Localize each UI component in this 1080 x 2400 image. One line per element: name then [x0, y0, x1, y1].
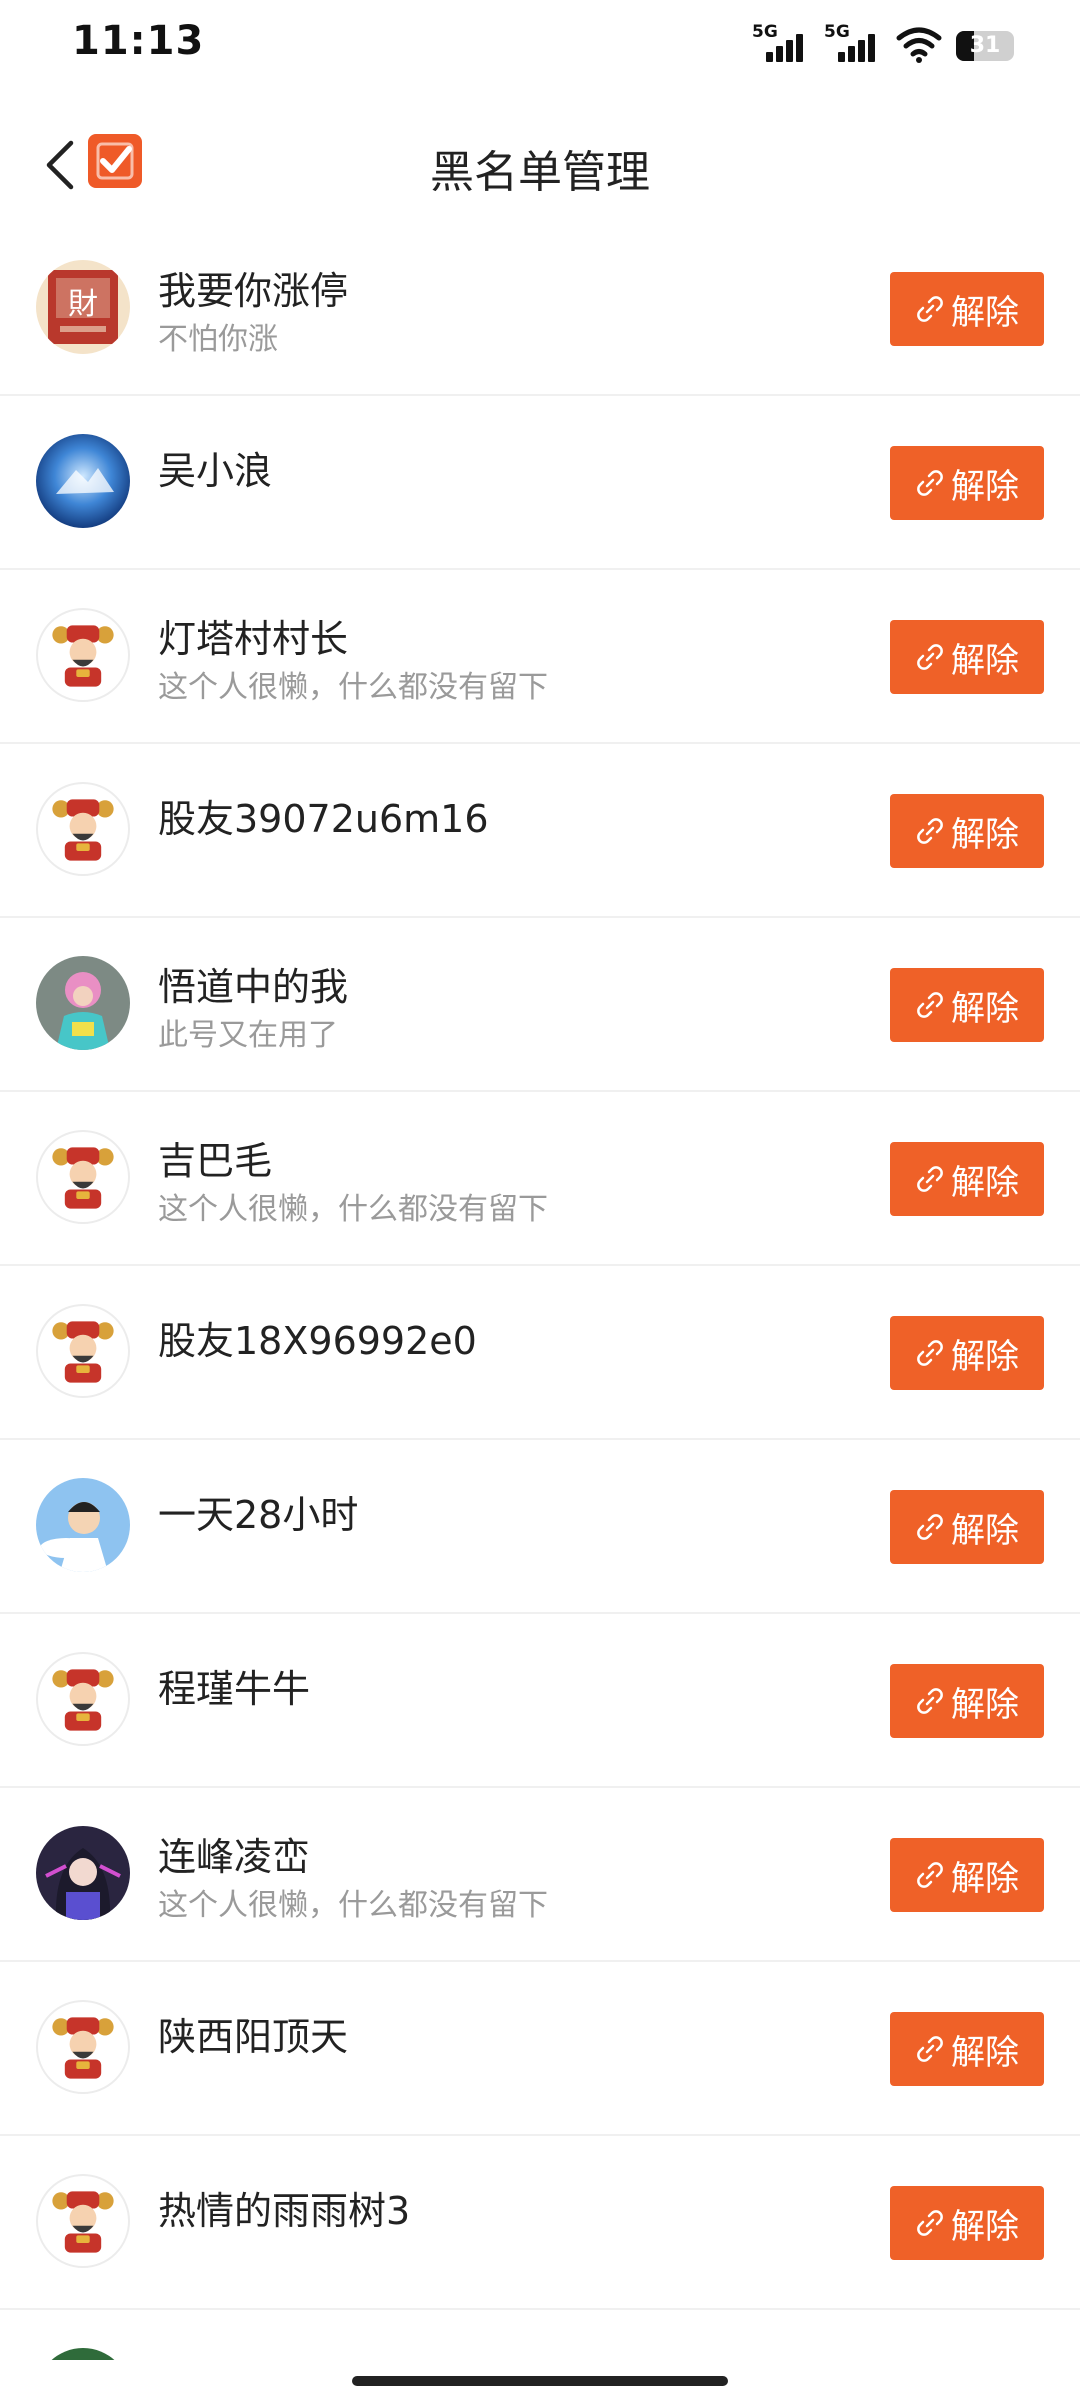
- blacklist: 財 我要你涨停 不怕你涨 解除 吴小浪 解除 灯塔村村长 这个人很懒，什么都没有…: [0, 222, 1080, 2310]
- home-indicator[interactable]: [352, 2376, 728, 2386]
- user-name: 程瑾牛牛: [158, 1667, 311, 1711]
- list-item: 吴小浪 解除: [0, 396, 1080, 570]
- unblock-button[interactable]: 解除: [890, 1316, 1044, 1390]
- unblock-label: 解除: [951, 1162, 1019, 1203]
- unblock-button[interactable]: 解除: [890, 446, 1044, 520]
- user-bio: 不怕你涨: [158, 322, 278, 357]
- list-item: 热情的雨雨树3 解除: [0, 2136, 1080, 2310]
- user-name: 连峰凌峦: [158, 1835, 311, 1879]
- user-name: 灯塔村村长: [158, 617, 349, 661]
- unblock-button[interactable]: 解除: [890, 1490, 1044, 1564]
- user-name: 我要你涨停: [158, 269, 349, 313]
- wifi-icon: [896, 27, 942, 63]
- signal-icon: 5G: [824, 22, 882, 66]
- list-item: 一天28小时 解除: [0, 1440, 1080, 1614]
- svg-text:財: 財: [68, 287, 98, 322]
- unblock-button[interactable]: 解除: [890, 1664, 1044, 1738]
- avatar[interactable]: [36, 1652, 130, 1746]
- avatar[interactable]: 財: [36, 260, 130, 354]
- avatar[interactable]: [36, 2000, 130, 2094]
- network-type-label: 5G: [752, 22, 778, 42]
- unblock-label: 解除: [951, 814, 1019, 855]
- list-item: 连峰凌峦 这个人很懒，什么都没有留下 解除: [0, 1788, 1080, 1962]
- user-name: 吉巴毛: [158, 1139, 273, 1183]
- unlink-icon: [917, 1166, 943, 1192]
- status-bar: 11:13 5G 5G 31: [0, 0, 1080, 90]
- unblock-label: 解除: [951, 1858, 1019, 1899]
- unblock-label: 解除: [951, 292, 1019, 333]
- list-item: 股友39072u6m16 解除: [0, 744, 1080, 918]
- signal-icon: 5G: [752, 22, 810, 66]
- unlink-icon: [917, 1862, 943, 1888]
- user-name: 陕西阳顶天: [158, 2015, 349, 2059]
- user-name: 一天28小时: [158, 1493, 359, 1537]
- unlink-icon: [917, 1688, 943, 1714]
- avatar[interactable]: [36, 956, 130, 1050]
- unblock-label: 解除: [951, 2206, 1019, 2247]
- unblock-label: 解除: [951, 1510, 1019, 1551]
- user-bio: 此号又在用了: [158, 1018, 338, 1053]
- user-bio: 这个人很懒，什么都没有留下: [158, 1888, 548, 1923]
- unblock-button[interactable]: 解除: [890, 2012, 1044, 2086]
- unblock-button[interactable]: 解除: [890, 968, 1044, 1042]
- unblock-button[interactable]: 解除: [890, 272, 1044, 346]
- avatar[interactable]: [36, 2174, 130, 2268]
- unblock-label: 解除: [951, 1336, 1019, 1377]
- list-item: 財 我要你涨停 不怕你涨 解除: [0, 222, 1080, 396]
- user-name: 吴小浪: [158, 449, 273, 493]
- user-name: 股友18X96992e0: [158, 1319, 477, 1363]
- unblock-label: 解除: [951, 2032, 1019, 2073]
- avatar[interactable]: [36, 1826, 130, 1920]
- user-name: 悟道中的我: [158, 965, 349, 1009]
- avatar: [36, 2348, 130, 2360]
- list-item: 吉巴毛 这个人很懒，什么都没有留下 解除: [0, 1092, 1080, 1266]
- unblock-button[interactable]: 解除: [890, 1142, 1044, 1216]
- page-title: 黑名单管理: [430, 147, 650, 198]
- unblock-button[interactable]: 解除: [890, 2186, 1044, 2260]
- battery-icon: 31: [956, 31, 1014, 61]
- unblock-label: 解除: [951, 988, 1019, 1029]
- list-item: 程瑾牛牛 解除: [0, 1614, 1080, 1788]
- nav-header: 黑名单管理: [0, 110, 1080, 220]
- unblock-button[interactable]: 解除: [890, 620, 1044, 694]
- avatar[interactable]: [36, 1304, 130, 1398]
- network-type-label: 5G: [824, 22, 850, 42]
- unblock-label: 解除: [951, 466, 1019, 507]
- unlink-icon: [917, 2210, 943, 2236]
- user-name: 热情的雨雨树3: [158, 2189, 411, 2233]
- avatar[interactable]: [36, 782, 130, 876]
- user-name: 股友39072u6m16: [158, 797, 489, 841]
- unlink-icon: [917, 818, 943, 844]
- unblock-button[interactable]: 解除: [890, 794, 1044, 868]
- avatar[interactable]: [36, 608, 130, 702]
- status-icons: 5G 5G 31: [752, 22, 1014, 66]
- unlink-icon: [917, 470, 943, 496]
- unlink-icon: [917, 1340, 943, 1366]
- unlink-icon: [917, 644, 943, 670]
- unlink-icon: [917, 1514, 943, 1540]
- avatar[interactable]: [36, 434, 130, 528]
- battery-level: 31: [969, 33, 1001, 58]
- user-bio: 这个人很懒，什么都没有留下: [158, 1192, 548, 1227]
- list-item: 悟道中的我 此号又在用了 解除: [0, 918, 1080, 1092]
- avatar[interactable]: [36, 1478, 130, 1572]
- list-item: 陕西阳顶天 解除: [0, 1962, 1080, 2136]
- list-item: 股友18X96992e0 解除: [0, 1266, 1080, 1440]
- unblock-label: 解除: [951, 1684, 1019, 1725]
- unlink-icon: [917, 296, 943, 322]
- avatar[interactable]: [36, 1130, 130, 1224]
- status-time: 11:13: [72, 18, 205, 64]
- unlink-icon: [917, 992, 943, 1018]
- unlink-icon: [917, 2036, 943, 2062]
- list-item-partial: [0, 2310, 1080, 2360]
- list-item: 灯塔村村长 这个人很懒，什么都没有留下 解除: [0, 570, 1080, 744]
- unblock-button[interactable]: 解除: [890, 1838, 1044, 1912]
- user-bio: 这个人很懒，什么都没有留下: [158, 670, 548, 705]
- unblock-label: 解除: [951, 640, 1019, 681]
